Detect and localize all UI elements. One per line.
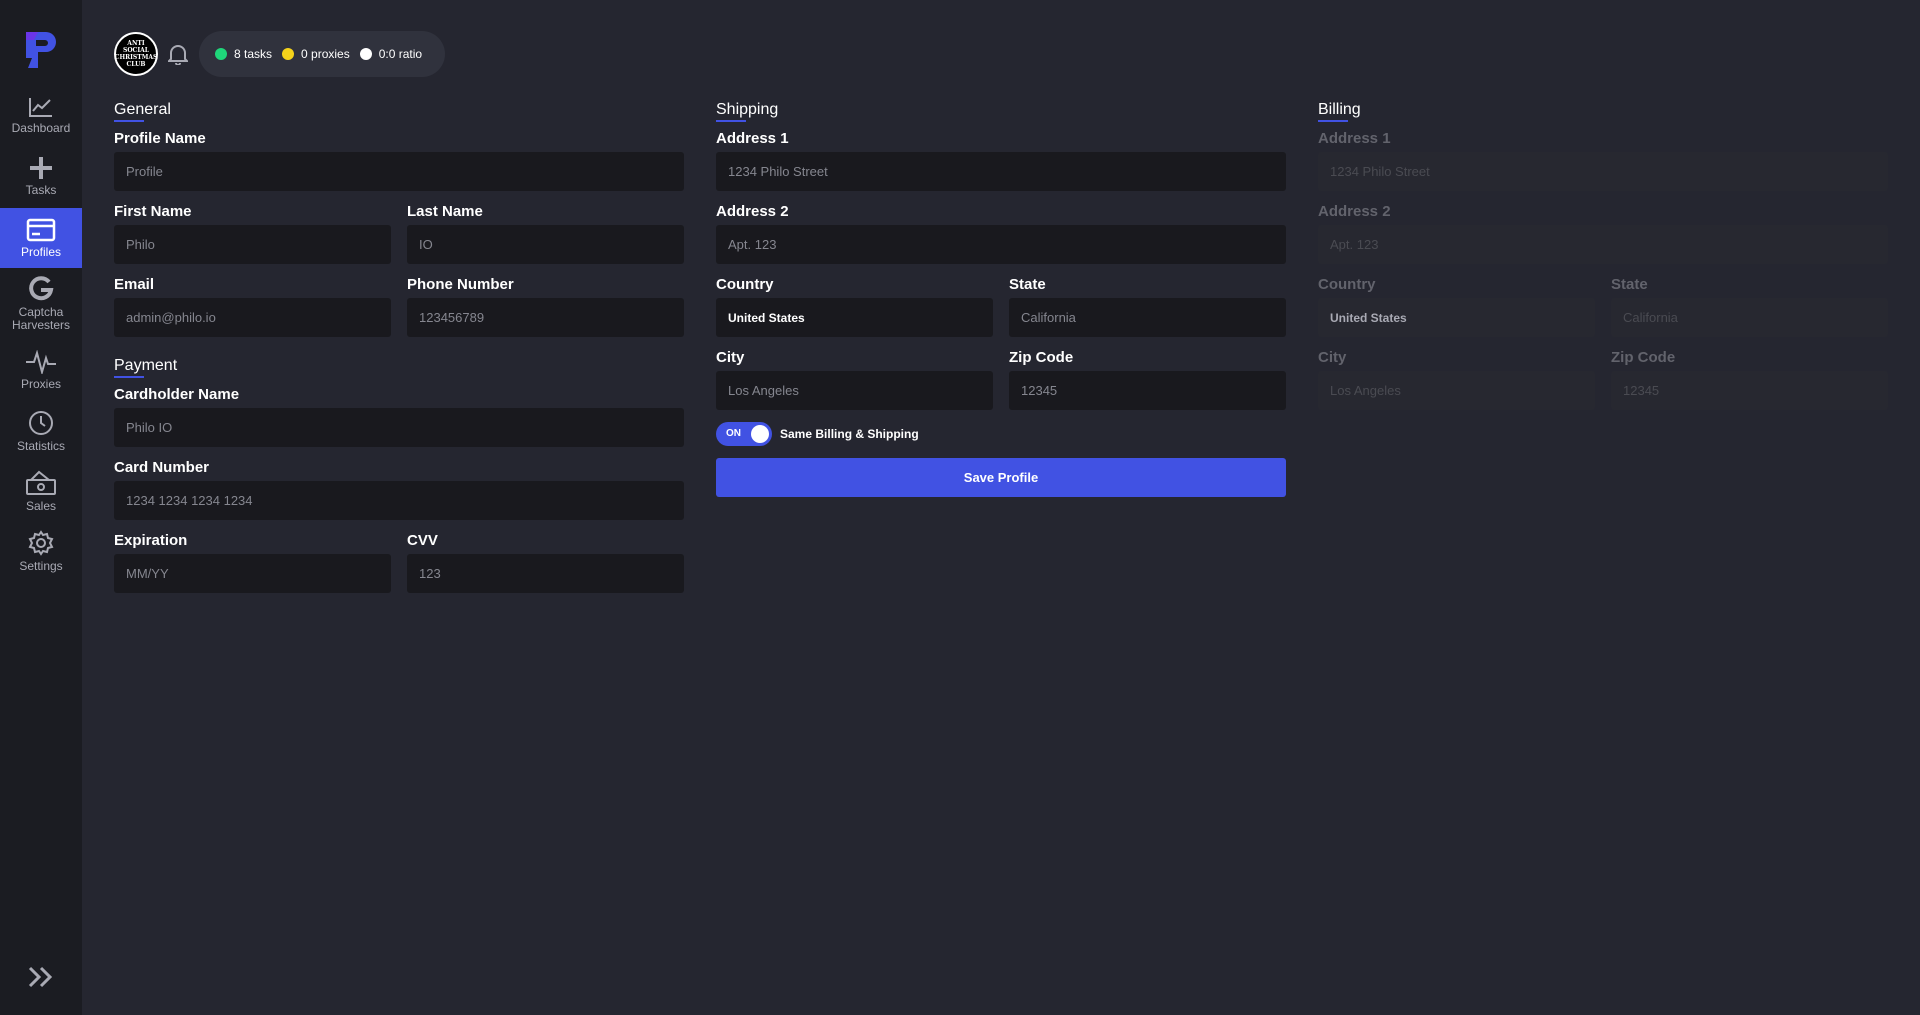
save-profile-button[interactable]: Save Profile [716,458,1286,497]
first-name-input[interactable] [114,225,391,264]
plus-icon [30,157,52,179]
ratio-stat: 0:0 ratio [359,47,423,61]
shipping-country-label: Country [716,276,774,293]
expiration-label: Expiration [114,532,188,549]
sidebar-item-label: Dashboard [11,121,71,135]
avatar[interactable]: ANTI SOCIAL CHRISTMAS CLUB [114,32,158,76]
card-number-input[interactable] [114,481,684,520]
shipping-city-input[interactable] [716,371,993,410]
section-title-shipping: Shipping [716,101,779,122]
billing-country-label: Country [1318,276,1376,293]
tasks-stat: 8 tasks [215,47,272,61]
shipping-zip-label: Zip Code [1009,349,1074,366]
sidebar-item-dashboard[interactable]: Dashboard [0,96,82,140]
sidebar-item-sales[interactable]: Sales [0,470,82,514]
first-name-label: First Name [114,203,192,220]
cvv-label: CVV [407,532,438,549]
pulse-icon [26,350,56,374]
last-name-label: Last Name [407,203,483,220]
proxies-stat: 0 proxies [282,47,350,61]
shipping-address1-input[interactable] [716,152,1286,191]
section-title-payment: Payment [114,357,178,378]
billing-city-input [1318,371,1595,410]
gear-icon [28,530,54,556]
double-chevron-right-icon[interactable] [28,966,54,988]
sidebar-item-tasks[interactable]: Tasks [0,156,82,200]
billing-address1-input [1318,152,1888,191]
billing-city-label: City [1318,349,1347,366]
same-billing-label: Same Billing & Shipping [780,427,919,441]
expiration-input[interactable] [114,554,391,593]
billing-address2-input [1318,225,1888,264]
sidebar-item-statistics[interactable]: Statistics [0,410,82,454]
shipping-city-label: City [716,349,745,366]
google-g-icon [29,276,54,301]
sidebar-item-label: Captcha Harvesters [11,305,70,332]
last-name-input[interactable] [407,225,684,264]
shipping-zip-input[interactable] [1009,371,1286,410]
credit-card-icon [26,218,56,241]
billing-state-label: State [1611,276,1648,293]
billing-zip-label: Zip Code [1611,349,1676,366]
sidebar-item-label: Statistics [16,439,65,453]
billing-state-input [1611,298,1888,337]
green-dot-icon [215,48,227,60]
shipping-address2-input[interactable] [716,225,1286,264]
cvv-input[interactable] [407,554,684,593]
billing-zip-input [1611,371,1888,410]
cardholder-input[interactable] [114,408,684,447]
toggle-state-text: ON [726,428,741,439]
proxies-count: 0 proxies [301,47,350,61]
email-input[interactable] [114,298,391,337]
billing-country-select: United States [1318,298,1595,337]
sidebar: Dashboard Tasks Profiles Captcha Harvest… [0,0,82,1015]
billing-address2-label: Address 2 [1318,203,1391,220]
tasks-count: 8 tasks [234,47,273,61]
white-dot-icon [359,48,372,60]
sidebar-item-settings[interactable]: Settings [0,530,82,574]
shipping-address1-label: Address 1 [716,130,789,147]
shipping-address2-label: Address 2 [716,203,789,220]
avatar-text: ANTI SOCIAL CHRISTMAS CLUB [114,40,158,68]
profile-name-label: Profile Name [114,130,206,147]
section-title-billing: Billing [1318,101,1361,122]
sidebar-item-label: Settings [19,559,63,573]
shipping-state-input[interactable] [1009,298,1286,337]
phone-input[interactable] [407,298,684,337]
bell-icon[interactable] [168,43,188,65]
billing-address1-label: Address 1 [1318,130,1391,147]
profile-name-input[interactable] [114,152,684,191]
chart-line-icon [29,98,52,117]
section-title-general: General [114,101,171,122]
shipping-country-select[interactable]: United States [716,298,993,337]
shipping-state-label: State [1009,276,1046,293]
sidebar-item-label: Proxies [20,377,61,391]
sidebar-item-captcha-harvesters[interactable]: Captcha Harvesters [0,276,82,334]
sidebar-item-profiles[interactable]: Profiles [0,208,82,268]
sidebar-item-label: Sales [25,499,57,513]
card-number-label: Card Number [114,459,210,476]
cardholder-label: Cardholder Name [114,386,240,403]
app-logo [26,32,56,68]
phone-label: Phone Number [407,276,514,293]
main-content: ANTI SOCIAL CHRISTMAS CLUB 8 tasks 0 pro… [82,0,1920,1015]
same-billing-toggle[interactable]: ON [716,422,772,446]
sidebar-item-label: Tasks [25,183,57,197]
clock-icon [29,411,53,435]
yellow-dot-icon [282,48,295,60]
sidebar-item-label: Profiles [20,244,61,259]
money-icon [26,470,56,495]
toggle-knob [751,425,769,443]
ratio-value: 0:0 ratio [378,47,423,61]
status-pill: 8 tasks 0 proxies 0:0 ratio [199,31,445,77]
email-label: Email [114,276,155,293]
sidebar-item-proxies[interactable]: Proxies [0,350,82,394]
